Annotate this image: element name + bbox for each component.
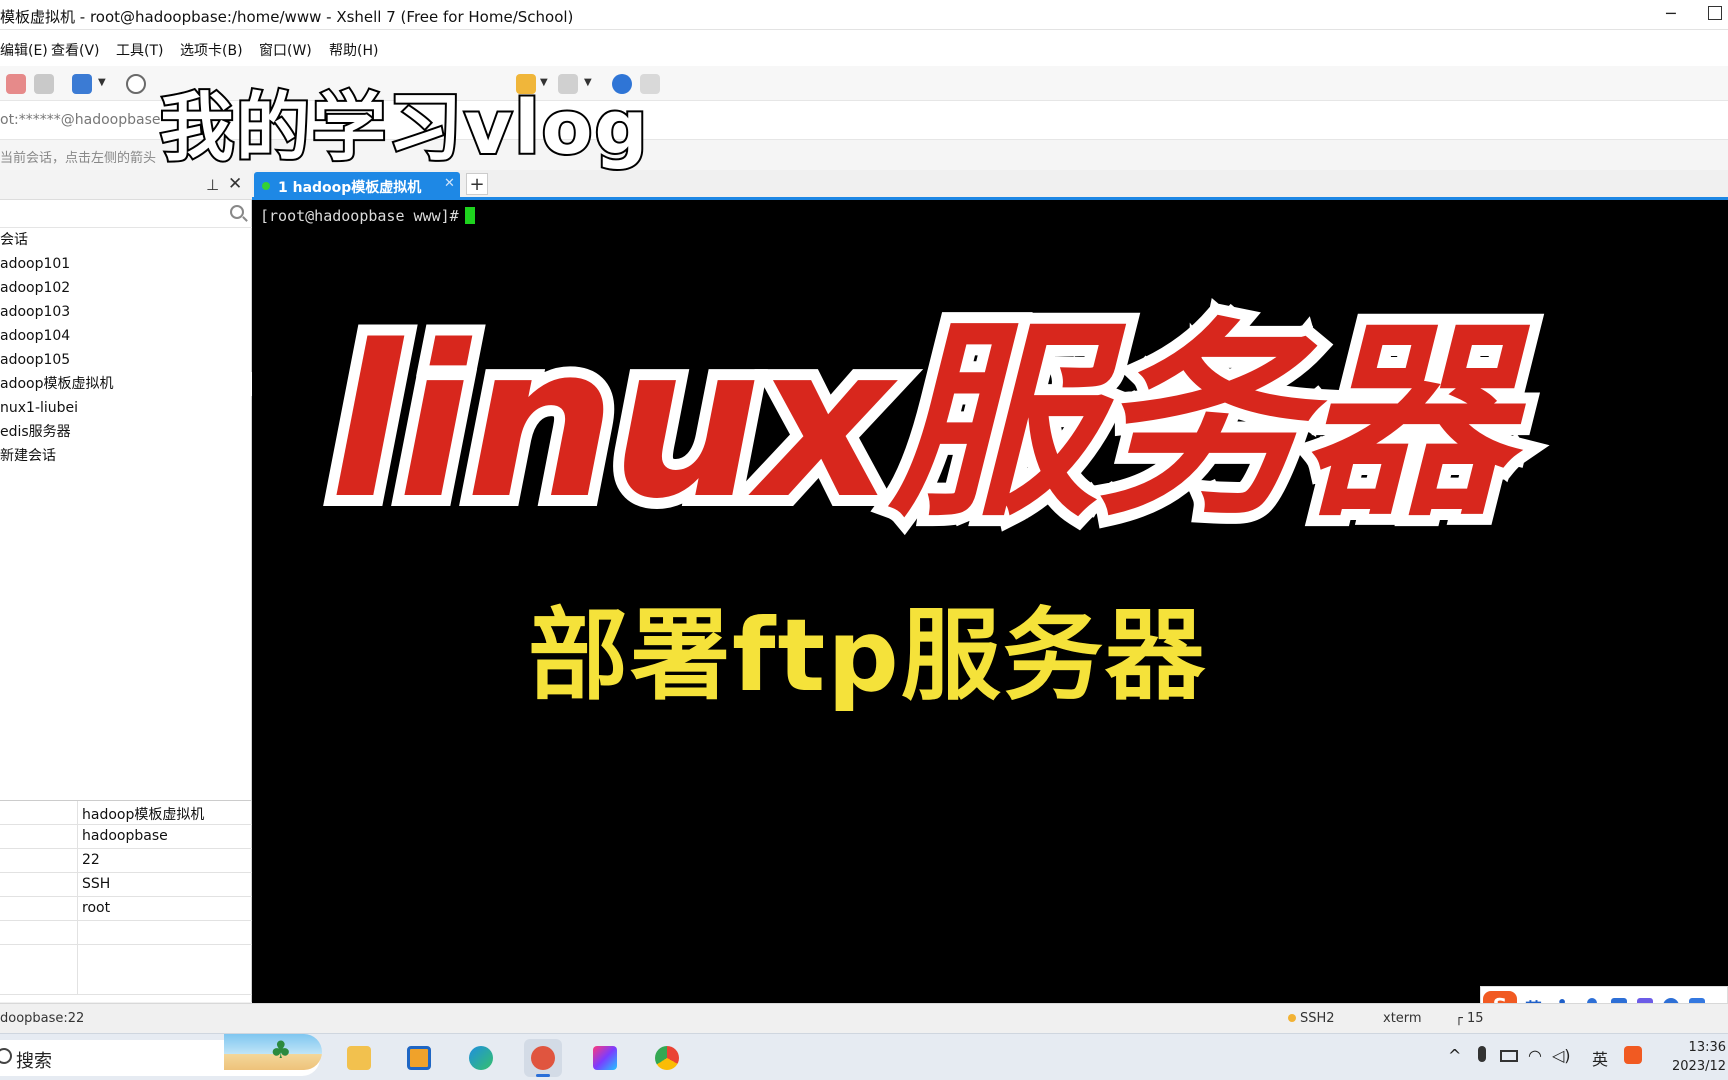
session-search[interactable] bbox=[0, 200, 252, 228]
property-value: root bbox=[82, 900, 111, 916]
maximize-button[interactable] bbox=[1708, 6, 1722, 20]
menu-bar: 编辑(E) 查看(V) 工具(T) 选项卡(B) 窗口(W) 帮助(H) bbox=[0, 30, 1728, 66]
tree-item[interactable]: adoop103 bbox=[0, 300, 252, 324]
tree-item[interactable]: edis服务器 bbox=[0, 420, 252, 444]
xshell-icon bbox=[531, 1046, 555, 1070]
connected-status-icon bbox=[262, 182, 270, 190]
status-terminal-type: xterm bbox=[1383, 1011, 1422, 1026]
menu-window[interactable]: 窗口(W) bbox=[259, 40, 312, 60]
edge-icon bbox=[469, 1046, 493, 1070]
taskbar-file-explorer[interactable] bbox=[340, 1039, 378, 1077]
find-icon[interactable] bbox=[126, 74, 146, 94]
tree-item-selected[interactable]: adoop模板虚拟机 bbox=[0, 372, 252, 396]
palm-tree-icon: ♣ bbox=[270, 1036, 292, 1064]
reconnect-icon[interactable] bbox=[34, 74, 54, 94]
tray-overflow-icon[interactable]: ^ bbox=[1448, 1046, 1461, 1065]
property-value: hadoopbase bbox=[82, 828, 168, 844]
tree-item[interactable]: nux1-liubei bbox=[0, 396, 252, 420]
property-row: 22 bbox=[0, 849, 252, 873]
property-row bbox=[0, 945, 252, 995]
disconnect-icon[interactable] bbox=[6, 74, 26, 94]
shell-prompt: [root@hadoopbase www]# bbox=[260, 207, 459, 225]
taskbar-search-label: 搜索 bbox=[16, 1051, 52, 1072]
property-value: SSH bbox=[82, 876, 111, 892]
property-row: SSH bbox=[0, 873, 252, 897]
protocol-dot-icon bbox=[1288, 1014, 1296, 1022]
close-tab-icon[interactable]: ✕ bbox=[444, 176, 455, 191]
tree-item[interactable]: adoop102 bbox=[0, 276, 252, 300]
text-cursor bbox=[464, 207, 475, 224]
title-bar: 模板虚拟机 - root@hadoopbase:/home/www - Xshe… bbox=[0, 0, 1728, 30]
search-icon bbox=[0, 1048, 12, 1064]
terminal-line: [root@hadoopbase www]# bbox=[260, 207, 475, 225]
window-icon bbox=[407, 1046, 431, 1070]
status-size: ┌ 15 bbox=[1455, 1011, 1484, 1026]
tree-item[interactable]: adoop101 bbox=[0, 252, 252, 276]
microphone-icon[interactable] bbox=[1478, 1046, 1486, 1062]
taskbar-xshell[interactable] bbox=[524, 1039, 562, 1077]
taskbar-edge[interactable] bbox=[462, 1039, 500, 1077]
taskbar-intellij[interactable] bbox=[586, 1039, 624, 1077]
close-icon[interactable]: ✕ bbox=[228, 174, 242, 194]
taskbar-chrome[interactable] bbox=[648, 1039, 686, 1077]
search-icon[interactable] bbox=[230, 205, 244, 219]
session-tree: 会话 adoop101 adoop102 adoop103 adoop104 a… bbox=[0, 228, 252, 468]
taskbar-remote-desktop[interactable] bbox=[400, 1039, 438, 1077]
overlay-top-caption: 我的学习vlog bbox=[158, 83, 650, 173]
menu-tools[interactable]: 工具(T) bbox=[116, 40, 163, 60]
clock[interactable]: 13:36 2023/12 bbox=[1672, 1038, 1726, 1076]
volume-icon[interactable]: ◁) bbox=[1552, 1046, 1571, 1065]
status-protocol: SSH2 bbox=[1288, 1011, 1335, 1026]
tree-item[interactable]: 新建会话 bbox=[0, 444, 252, 468]
menu-view[interactable]: 查看(V) bbox=[51, 40, 100, 60]
info-hint: 当前会话，点击左侧的箭头 bbox=[0, 151, 157, 166]
tray-ime-language[interactable]: 英 bbox=[1592, 1046, 1608, 1070]
tab-hadoop-template[interactable]: 1 hadoop模板虚拟机 ✕ bbox=[254, 172, 460, 200]
transfer-icon[interactable] bbox=[72, 74, 92, 94]
property-value: hadoop模板虚拟机 bbox=[82, 807, 205, 823]
session-properties: hadoop模板虚拟机 hadoopbase 22 SSH root bbox=[0, 800, 252, 1002]
property-row: root bbox=[0, 897, 252, 921]
intellij-icon bbox=[593, 1046, 617, 1070]
wifi-icon[interactable]: ◠ bbox=[1528, 1046, 1542, 1065]
menu-edit[interactable]: 编辑(E) bbox=[0, 40, 48, 60]
session-manager: ⊥ ✕ 会话 adoop101 adoop102 adoop103 adoop1… bbox=[0, 170, 252, 1002]
property-row bbox=[0, 921, 252, 945]
property-row: hadoopbase bbox=[0, 825, 252, 849]
property-row: hadoop模板虚拟机 bbox=[0, 801, 252, 825]
minimize-button[interactable]: ─ bbox=[1666, 4, 1676, 23]
taskbar: 搜索 ♣ ^ ◠ ◁) 英 13:36 2023/12 bbox=[0, 1033, 1728, 1080]
property-value: 22 bbox=[82, 852, 100, 868]
battery-icon[interactable] bbox=[1500, 1050, 1518, 1062]
clock-date: 2023/12 bbox=[1672, 1059, 1727, 1074]
pin-icon[interactable]: ⊥ bbox=[206, 176, 219, 194]
clock-time: 13:36 bbox=[1688, 1040, 1727, 1055]
status-session: doopbase:22 bbox=[0, 1011, 85, 1026]
add-tab-button[interactable]: + bbox=[466, 173, 488, 195]
window-title: 模板虚拟机 - root@hadoopbase:/home/www - Xshe… bbox=[0, 8, 574, 26]
sogou-tray-icon[interactable] bbox=[1624, 1046, 1642, 1064]
overlay-sub-caption: 部署ftp服务器 bbox=[528, 597, 1207, 714]
chevron-down-icon[interactable]: ▼ bbox=[98, 77, 106, 88]
tab-label: 1 hadoop模板虚拟机 bbox=[278, 180, 422, 196]
tree-item[interactable]: adoop105 bbox=[0, 348, 252, 372]
tree-item[interactable]: 会话 bbox=[0, 228, 252, 252]
chrome-icon bbox=[655, 1046, 679, 1070]
status-bar: doopbase:22 SSH2 xterm ┌ 15 bbox=[0, 1003, 1728, 1033]
address-input[interactable]: ot:******@hadoopbase bbox=[0, 112, 161, 128]
tree-item[interactable]: adoop104 bbox=[0, 324, 252, 348]
menu-tabs[interactable]: 选项卡(B) bbox=[180, 40, 243, 60]
menu-help[interactable]: 帮助(H) bbox=[329, 40, 378, 60]
folder-icon bbox=[347, 1046, 371, 1070]
overlay-main-caption: linux服务器 bbox=[319, 300, 1521, 545]
